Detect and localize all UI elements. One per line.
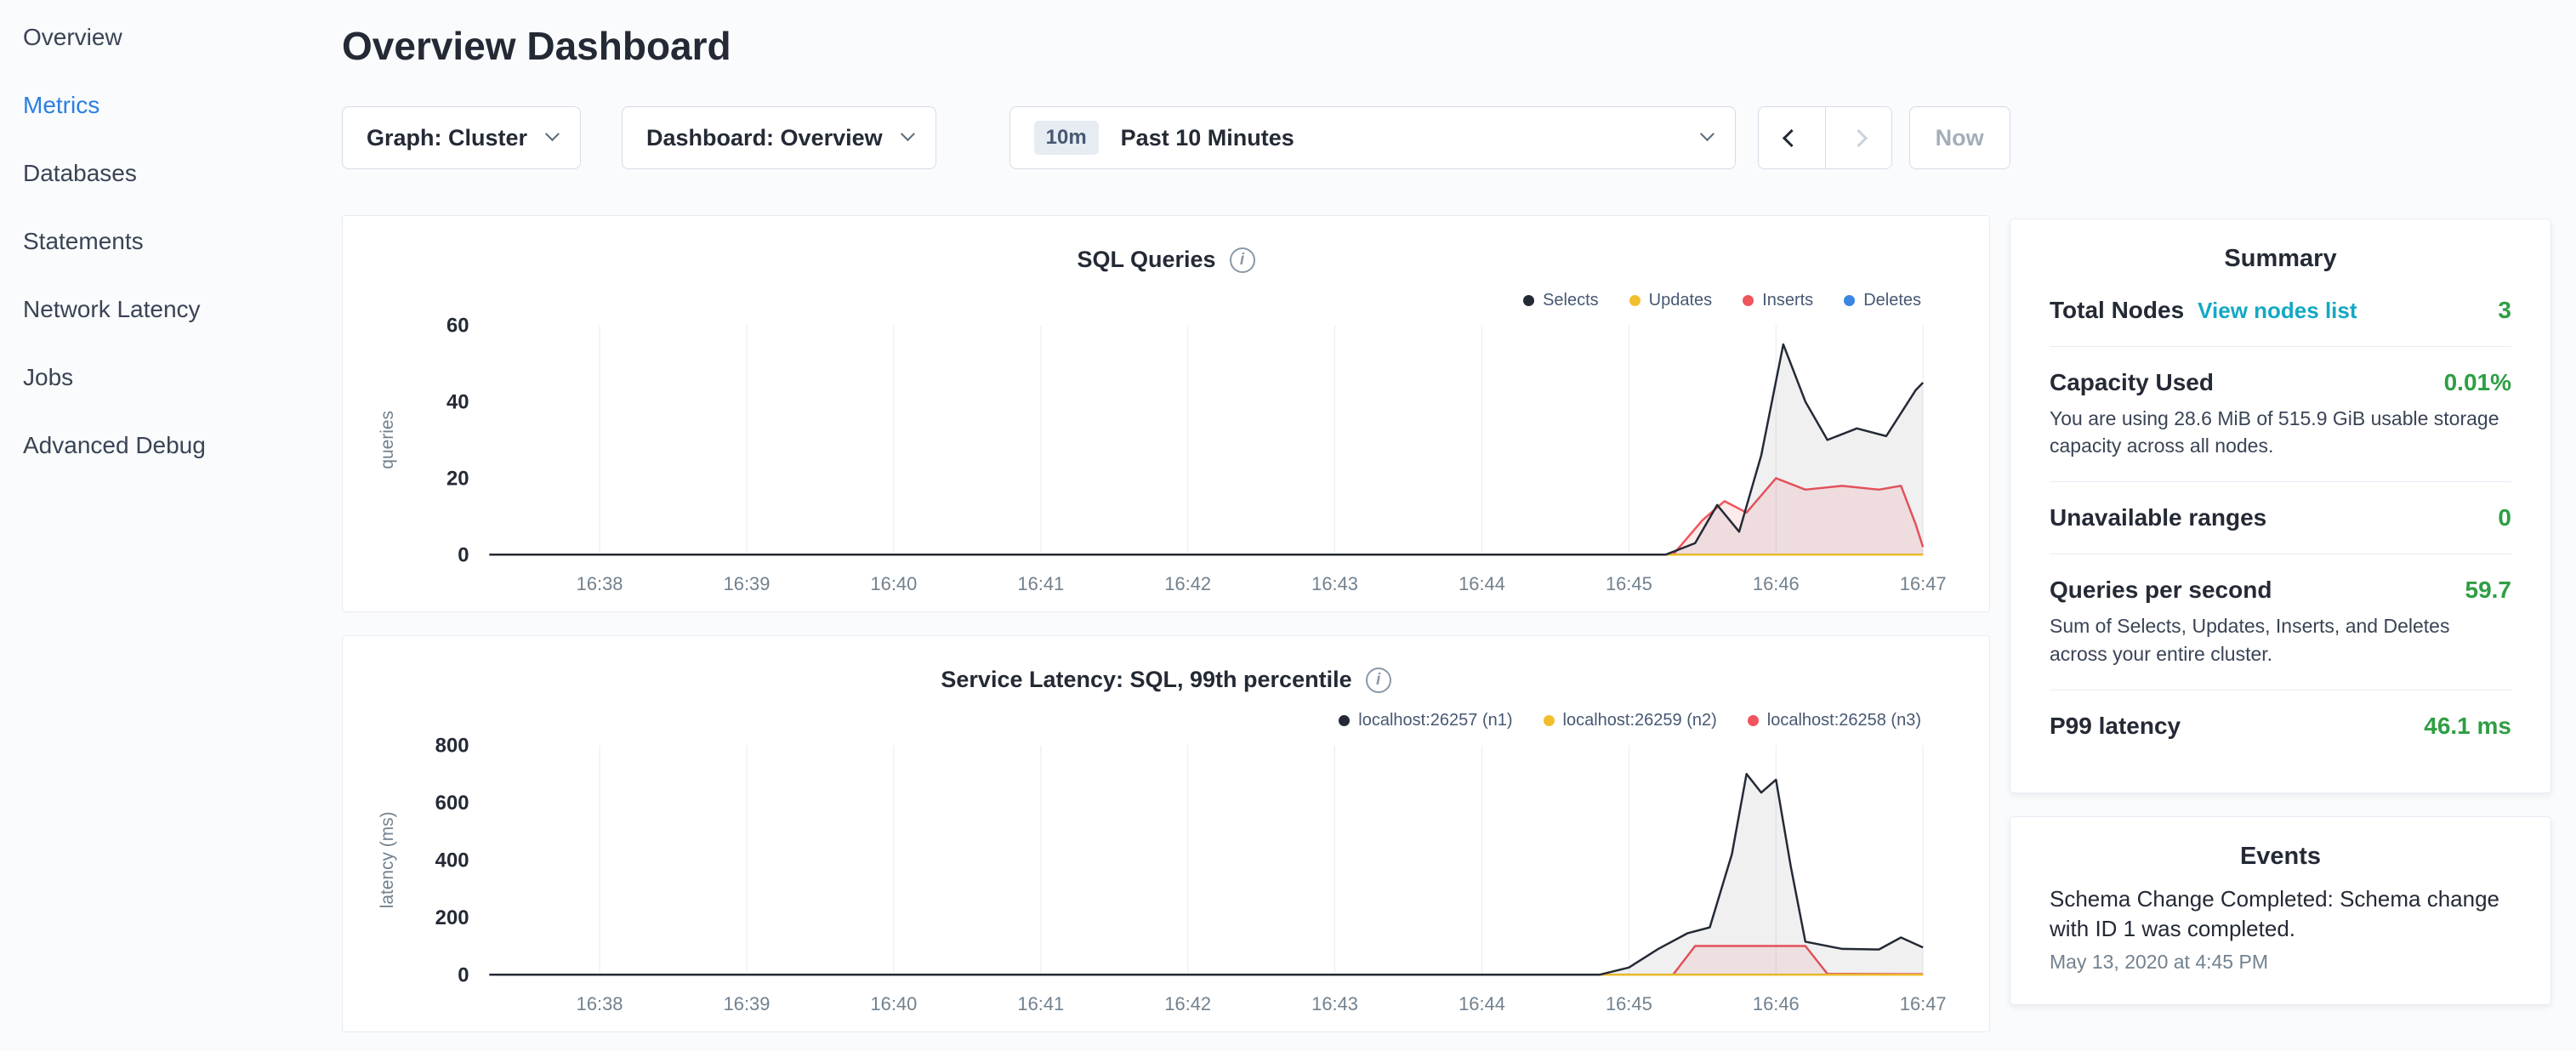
summary-panel: Summary Total Nodes View nodes list 3 Capac… — [2010, 219, 2551, 793]
events-title: Events — [2050, 843, 2511, 871]
sidebar-item-metrics[interactable]: Metrics — [0, 71, 342, 139]
sidebar-item-jobs[interactable]: Jobs — [0, 344, 342, 412]
svg-text:16:45: 16:45 — [1606, 573, 1652, 594]
summary-row: Unavailable ranges 0 — [2050, 482, 2511, 554]
events-list: Schema Change Completed: Schema change w… — [2050, 884, 2511, 974]
svg-text:200: 200 — [435, 906, 469, 929]
chart-card-service-latency: Service Latency: SQL, 99th percentile i … — [342, 635, 1990, 1032]
chevron-down-icon — [545, 127, 560, 141]
summary-description: You are using 28.6 MiB of 515.9 GiB usab… — [2050, 405, 2511, 459]
summary-label: Queries per second — [2050, 577, 2272, 604]
svg-text:0: 0 — [458, 964, 469, 987]
summary-title: Summary — [2050, 245, 2511, 273]
summary-row: Total Nodes View nodes list 3 — [2050, 287, 2511, 346]
svg-text:16:41: 16:41 — [1017, 573, 1064, 594]
time-window-dropdown[interactable]: 10m Past 10 Minutes — [1009, 106, 1736, 169]
chart-card-sql-queries: SQL Queries i SelectsUpdatesInsertsDelet… — [342, 215, 1990, 612]
chevron-down-icon — [901, 127, 915, 141]
sidebar-item-network-latency[interactable]: Network Latency — [0, 276, 342, 344]
controls-bar: Graph: Cluster Dashboard: Overview 10m P… — [342, 106, 2010, 169]
app-root: OverviewMetricsDatabasesStatementsNetwor… — [0, 0, 2576, 1051]
svg-text:600: 600 — [435, 792, 469, 815]
event-item[interactable]: Schema Change Completed: Schema change w… — [2050, 884, 2511, 974]
now-button[interactable]: Now — [1909, 106, 2010, 169]
dashboard-dropdown[interactable]: Dashboard: Overview — [622, 106, 936, 169]
summary-label: Capacity Used — [2050, 369, 2214, 396]
summary-description: Sum of Selects, Updates, Inserts, and De… — [2050, 612, 2511, 667]
event-timestamp: May 13, 2020 at 4:45 PM — [2050, 951, 2511, 974]
svg-text:40: 40 — [446, 391, 469, 414]
summary-value: 0 — [2498, 504, 2511, 531]
dashboard-dropdown-label: Dashboard: Overview — [646, 125, 883, 151]
svg-text:16:42: 16:42 — [1164, 993, 1211, 1014]
summary-value: 59.7 — [2465, 577, 2512, 604]
events-panel: Events Schema Change Completed: Schema c… — [2010, 816, 2551, 1005]
chevron-down-icon — [1700, 127, 1714, 141]
svg-text:16:44: 16:44 — [1459, 993, 1505, 1014]
summary-row: Queries per second 59.7 Sum of Selects, Up… — [2050, 554, 2511, 689]
svg-text:16:40: 16:40 — [870, 993, 917, 1014]
chevron-left-icon — [1783, 129, 1800, 147]
svg-text:16:40: 16:40 — [870, 573, 917, 594]
summary-rows: Total Nodes View nodes list 3 Capacity Used… — [2050, 287, 2511, 762]
svg-text:16:39: 16:39 — [724, 573, 771, 594]
time-step-buttons — [1758, 106, 1892, 169]
time-window-label: Past 10 Minutes — [1121, 125, 1294, 151]
time-back-button[interactable] — [1759, 107, 1825, 168]
main-content: Overview Dashboard Graph: Cluster Dashbo… — [342, 0, 1990, 1032]
svg-text:16:47: 16:47 — [1900, 573, 1947, 594]
sidebar-item-statements[interactable]: Statements — [0, 207, 342, 276]
svg-text:60: 60 — [446, 315, 469, 338]
svg-text:16:43: 16:43 — [1311, 573, 1358, 594]
svg-text:16:46: 16:46 — [1753, 993, 1800, 1014]
summary-row: P99 latency 46.1 ms — [2050, 690, 2511, 762]
summary-value: 3 — [2498, 297, 2511, 324]
svg-text:16:39: 16:39 — [724, 993, 771, 1014]
service-latency-chart-canvas[interactable]: 16:38 16:39 16:40 16:41 16:42 16:43 16:44 16:45… — [343, 636, 1989, 1031]
time-controls: 10m Past 10 Minutes Now — [1009, 106, 2010, 169]
page-title: Overview Dashboard — [342, 26, 1990, 66]
time-forward-button[interactable] — [1825, 107, 1891, 168]
svg-text:16:46: 16:46 — [1753, 573, 1800, 594]
sql-queries-chart-canvas[interactable]: 16:38 16:39 16:40 16:41 16:42 16:43 16:44 16:45… — [343, 216, 1989, 611]
event-text: Schema Change Completed: Schema change w… — [2050, 884, 2511, 944]
summary-value: 0.01% — [2444, 369, 2511, 396]
svg-text:16:38: 16:38 — [577, 573, 623, 594]
svg-text:queries: queries — [378, 411, 397, 469]
summary-label: Unavailable ranges — [2050, 504, 2266, 531]
svg-text:0: 0 — [458, 544, 469, 567]
graph-dropdown-label: Graph: Cluster — [367, 125, 527, 151]
sidebar-item-databases[interactable]: Databases — [0, 139, 342, 207]
svg-text:20: 20 — [446, 468, 469, 491]
svg-text:16:47: 16:47 — [1900, 993, 1947, 1014]
svg-text:800: 800 — [435, 735, 469, 758]
svg-text:16:43: 16:43 — [1311, 993, 1358, 1014]
sidebar-item-advanced-debug[interactable]: Advanced Debug — [0, 412, 342, 480]
svg-text:16:44: 16:44 — [1459, 573, 1505, 594]
summary-label: Total Nodes — [2050, 297, 2184, 324]
svg-text:16:41: 16:41 — [1017, 993, 1064, 1014]
summary-label: P99 latency — [2050, 713, 2181, 740]
sidebar: OverviewMetricsDatabasesStatementsNetwor… — [0, 0, 342, 1051]
svg-text:latency (ms): latency (ms) — [378, 812, 397, 909]
summary-value: 46.1 ms — [2424, 713, 2511, 740]
chevron-right-icon — [1850, 129, 1868, 147]
svg-text:16:45: 16:45 — [1606, 993, 1652, 1014]
right-sidebar: Summary Total Nodes View nodes list 3 Capac… — [2010, 219, 2551, 1005]
view-nodes-list-link[interactable]: View nodes list — [2198, 298, 2357, 324]
svg-text:400: 400 — [435, 849, 469, 872]
svg-text:16:38: 16:38 — [577, 993, 623, 1014]
time-window-badge: 10m — [1034, 121, 1099, 155]
sidebar-item-overview[interactable]: Overview — [0, 3, 342, 71]
graph-dropdown[interactable]: Graph: Cluster — [342, 106, 581, 169]
svg-text:16:42: 16:42 — [1164, 573, 1211, 594]
summary-row: Capacity Used 0.01% You are using 28.6 MiB… — [2050, 347, 2511, 481]
